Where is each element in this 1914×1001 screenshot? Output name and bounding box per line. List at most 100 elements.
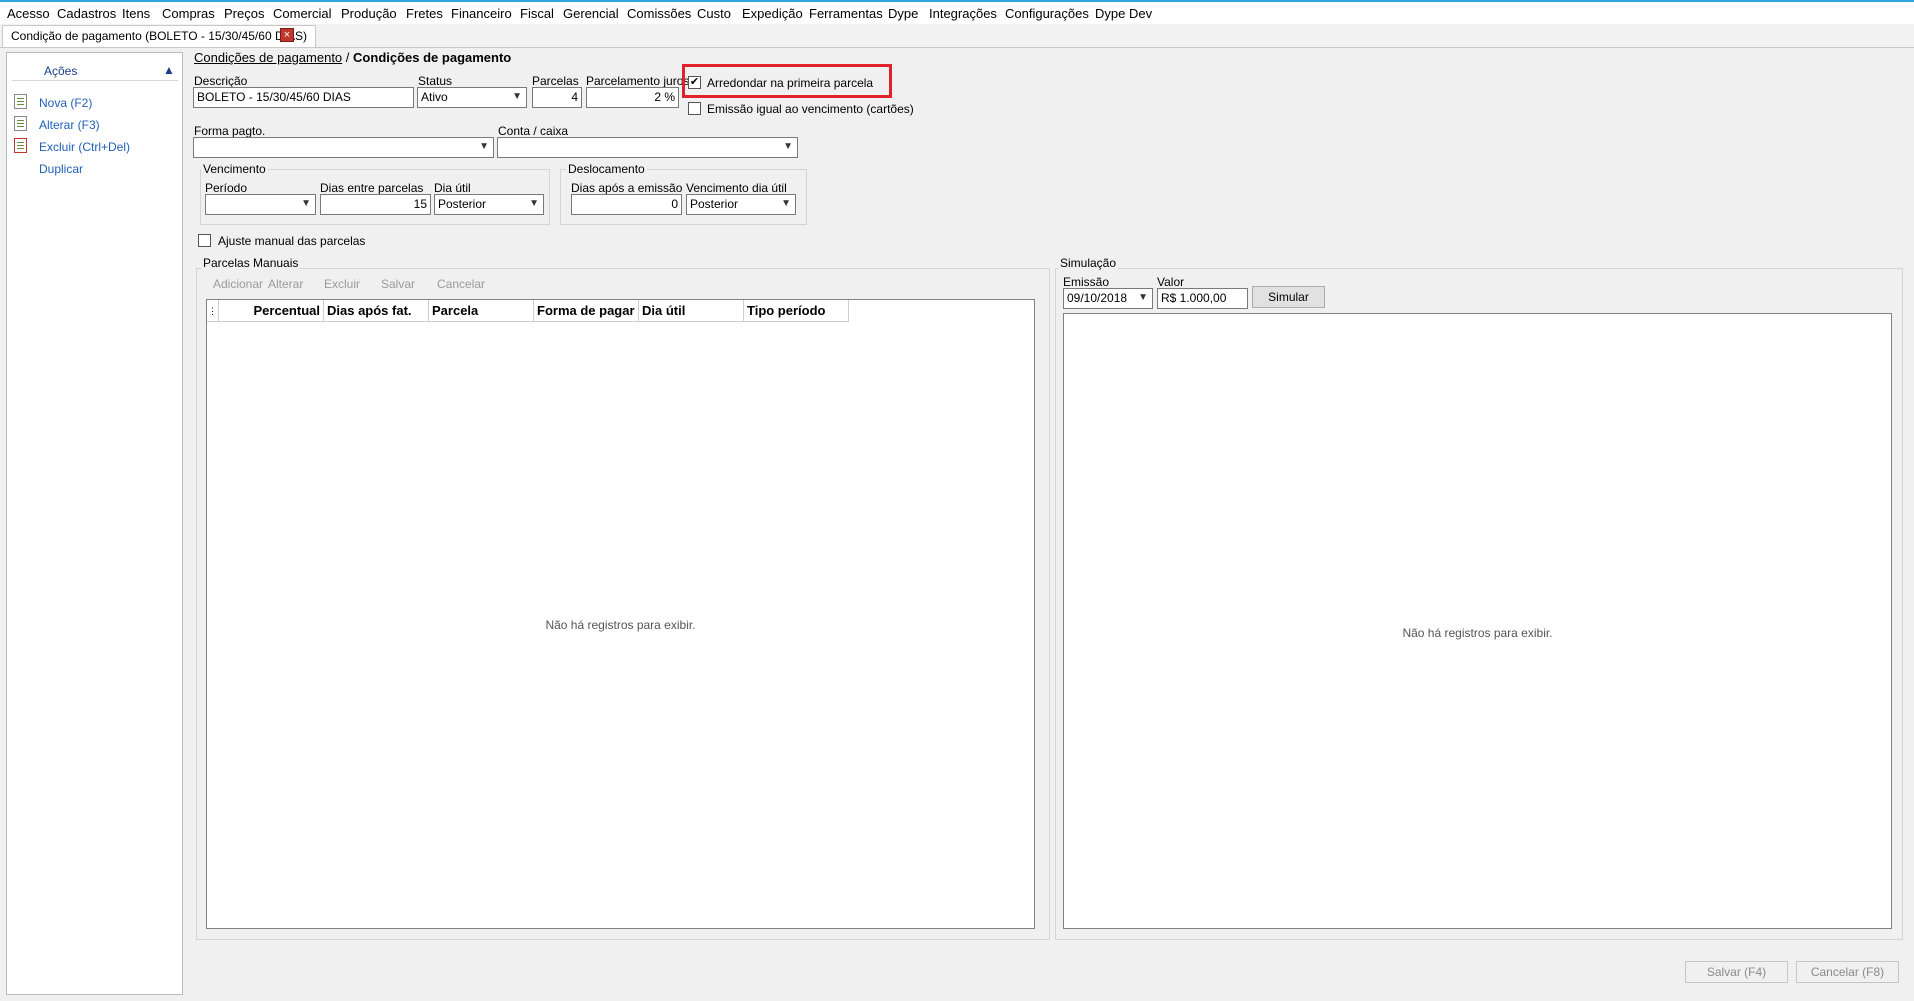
descricao-label: Descrição <box>194 74 248 88</box>
descricao-input[interactable]: BOLETO - 15/30/45/60 DIAS <box>193 87 414 108</box>
chevron-down-icon: ▼ <box>783 141 793 152</box>
breadcrumb-link[interactable]: Condições de pagamento <box>194 50 342 65</box>
periodo-select[interactable]: ▼ <box>205 194 316 215</box>
forma-select[interactable]: ▼ <box>193 137 494 158</box>
parcelas-empty-message: Não há registros para exibir. <box>545 618 696 632</box>
menu-precos[interactable]: Preços <box>224 6 264 21</box>
menu-bar: Acesso Cadastros Itens Compras Preços Co… <box>0 2 1914 24</box>
excluir-button[interactable]: Excluir <box>324 277 360 291</box>
menu-cadastros[interactable]: Cadastros <box>57 6 116 21</box>
chevron-down-icon: ▼ <box>479 141 489 152</box>
menu-dype-dev[interactable]: Dype Dev <box>1095 6 1152 21</box>
forma-label: Forma pagto. <box>194 124 266 138</box>
actions-title: Ações <box>44 64 78 78</box>
menu-custo[interactable]: Custo <box>697 6 731 21</box>
menu-gerencial[interactable]: Gerencial <box>563 6 619 21</box>
col-percentual[interactable]: Percentual <box>219 300 324 322</box>
breadcrumb: Condições de pagamento / Condições de pa… <box>194 50 511 65</box>
col-forma-pagar[interactable]: Forma de pagar <box>534 300 639 322</box>
menu-acesso[interactable]: Acesso <box>7 6 50 21</box>
dia-util-value: Posterior <box>438 197 487 211</box>
chevron-down-icon: ▼ <box>512 91 522 102</box>
menu-expedicao[interactable]: Expedição <box>742 6 803 21</box>
action-alterar[interactable]: Alterar (F3) <box>39 118 100 132</box>
close-icon[interactable]: × <box>280 28 294 42</box>
menu-configuracoes[interactable]: Configurações <box>1005 6 1089 21</box>
chevron-down-icon: ▼ <box>529 198 539 209</box>
col-tipo-periodo[interactable]: Tipo período <box>744 300 849 322</box>
tab-condicao-pagamento[interactable]: Condição de pagamento (BOLETO - 15/30/45… <box>2 25 316 47</box>
parcelas-manuais-title: Parcelas Manuais <box>201 256 301 270</box>
action-nova[interactable]: Nova (F2) <box>39 96 92 110</box>
salvar-button[interactable]: Salvar (F4) <box>1685 961 1788 983</box>
chevron-down-icon: ▼ <box>1138 292 1148 303</box>
valor-input[interactable]: R$ 1.000,00 <box>1157 288 1248 309</box>
col-parcela[interactable]: Parcela <box>429 300 534 322</box>
menu-comissoes[interactable]: Comissões <box>627 6 691 21</box>
page-title: Condições de pagamento <box>353 50 512 65</box>
cancelar-parcela-button[interactable]: Cancelar <box>437 277 485 291</box>
dias-apos-input[interactable]: 0 <box>571 194 682 215</box>
parcelas-label: Parcelas <box>532 74 579 88</box>
col-dia-util[interactable]: Dia útil <box>639 300 744 322</box>
periodo-label: Período <box>205 181 248 195</box>
alterar-button[interactable]: Alterar <box>268 277 303 291</box>
adicionar-button[interactable]: Adicionar <box>213 277 263 291</box>
salvar-parcela-button[interactable]: Salvar <box>381 277 415 291</box>
menu-fretes[interactable]: Fretes <box>406 6 443 21</box>
conta-label: Conta / caixa <box>498 124 569 138</box>
status-value: Ativo <box>421 90 448 104</box>
chevron-up-icon[interactable]: ▲ <box>163 63 175 77</box>
chevron-down-icon: ▼ <box>781 198 791 209</box>
arredondar-checkbox[interactable]: ✔ <box>688 76 701 89</box>
grid-columns-icon[interactable]: ⋮ <box>207 300 219 322</box>
parcelas-grid[interactable] <box>206 299 1035 929</box>
action-duplicar[interactable]: Duplicar <box>39 162 83 176</box>
dias-apos-label: Dias após a emissão <box>571 181 683 195</box>
venc-dia-util-select[interactable]: Posterior ▼ <box>686 194 796 215</box>
parcelas-input[interactable]: 4 <box>532 87 582 108</box>
status-label: Status <box>418 74 453 88</box>
col-dias-apos-fat[interactable]: Dias após fat. <box>324 300 429 322</box>
menu-fiscal[interactable]: Fiscal <box>520 6 554 21</box>
juros-input[interactable]: 2 % <box>586 87 679 108</box>
menu-producao[interactable]: Produção <box>341 6 397 21</box>
simular-button[interactable]: Simular <box>1252 286 1325 308</box>
venc-dia-util-value: Posterior <box>690 197 739 211</box>
actions-panel <box>6 52 183 995</box>
dia-util-select[interactable]: Posterior ▼ <box>434 194 544 215</box>
valor-label: Valor <box>1157 275 1185 289</box>
breadcrumb-separator: / <box>345 50 350 65</box>
status-select[interactable]: Ativo ▼ <box>417 87 527 108</box>
emissao-igual-checkbox[interactable] <box>688 102 701 115</box>
dias-entre-label: Dias entre parcelas <box>320 181 424 195</box>
emissao-igual-label: Emissão igual ao vencimento (cartões) <box>707 102 914 116</box>
deslocamento-title: Deslocamento <box>566 162 647 176</box>
ajuste-manual-label: Ajuste manual das parcelas <box>218 234 366 248</box>
conta-select[interactable]: ▼ <box>497 137 798 158</box>
juros-label: Parcelamento juros <box>586 74 690 88</box>
vencimento-title: Vencimento <box>201 162 268 176</box>
emissao-value: 09/10/2018 <box>1067 291 1128 305</box>
simulacao-empty-message: Não há registros para exibir. <box>1402 626 1553 640</box>
document-new-icon <box>14 94 27 109</box>
venc-dia-util-label: Vencimento dia útil <box>686 181 787 195</box>
dias-entre-input[interactable]: 15 <box>320 194 431 215</box>
menu-itens[interactable]: Itens <box>122 6 150 21</box>
cancelar-button[interactable]: Cancelar (F8) <box>1796 961 1899 983</box>
menu-compras[interactable]: Compras <box>162 6 215 21</box>
menu-integracoes[interactable]: Integrações <box>929 6 997 21</box>
emissao-date-picker[interactable]: 09/10/2018 ▼ <box>1063 288 1153 309</box>
menu-financeiro[interactable]: Financeiro <box>451 6 512 21</box>
simulacao-title: Simulação <box>1058 256 1119 270</box>
chevron-down-icon: ▼ <box>301 198 311 209</box>
simulacao-grid[interactable] <box>1063 313 1892 929</box>
ajuste-manual-checkbox[interactable] <box>198 234 211 247</box>
arredondar-label: Arredondar na primeira parcela <box>707 76 874 90</box>
action-excluir[interactable]: Excluir (Ctrl+Del) <box>39 140 130 154</box>
document-delete-icon <box>14 138 27 153</box>
menu-dype[interactable]: Dype <box>888 6 918 21</box>
menu-ferramentas[interactable]: Ferramentas <box>809 6 883 21</box>
emissao-label: Emissão <box>1063 275 1110 289</box>
menu-comercial[interactable]: Comercial <box>273 6 332 21</box>
